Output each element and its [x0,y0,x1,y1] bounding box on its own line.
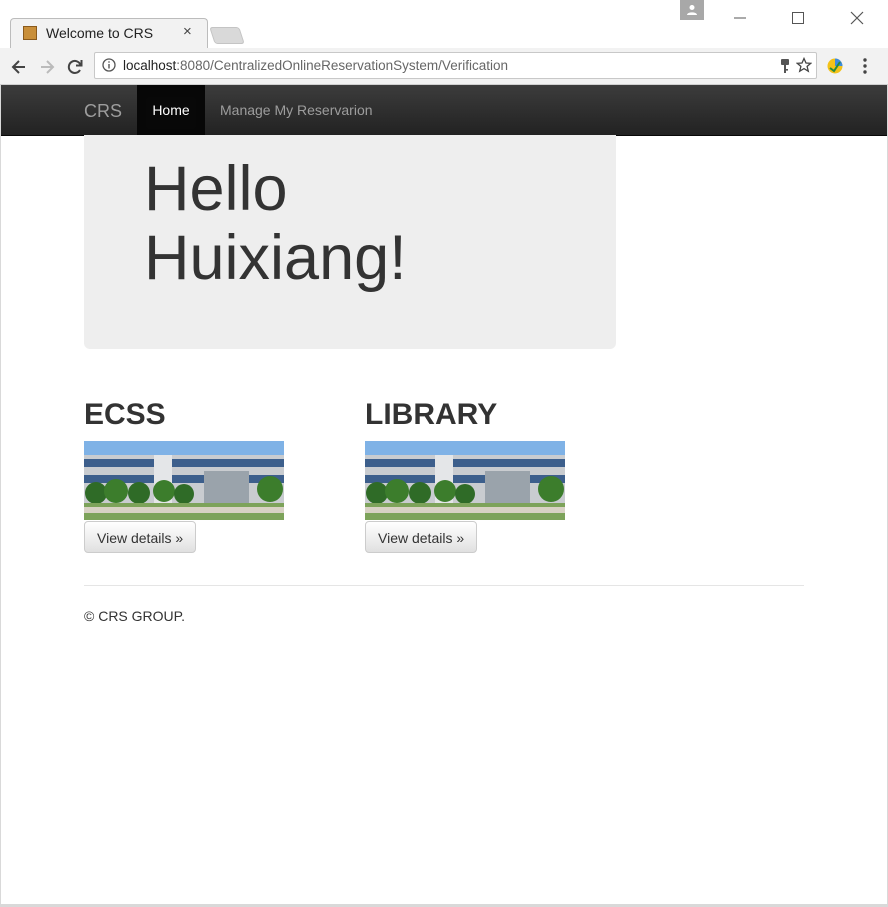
tab-title: Welcome to CRS [46,25,154,41]
building-image [84,441,284,520]
view-details-button[interactable]: View details » [84,521,197,553]
extension-icon[interactable] [826,57,844,75]
back-icon[interactable] [9,57,29,77]
url-path: :8080/CentralizedOnlineReservationSystem… [176,58,508,73]
minimize-button[interactable] [725,6,755,30]
browser-titlebar: Welcome to CRS × [0,0,888,49]
url-text: localhost:8080/CentralizedOnlineReservat… [123,58,508,73]
star-icon[interactable] [796,57,812,73]
column-library: LIBRARY View details » [365,395,585,553]
footer-divider [84,585,804,586]
browser-tab[interactable]: Welcome to CRS × [10,18,208,49]
jumbotron: Hello Huixiang! [84,135,616,349]
new-tab-button[interactable] [209,27,245,44]
url-host: localhost [123,58,177,73]
menu-icon[interactable] [862,57,868,75]
maximize-button[interactable] [783,6,813,30]
column-ecss: ECSS View details » [84,395,304,553]
site-navbar: CRS Home Manage My Reservarion [1,85,887,136]
nav-item-manage-reservation[interactable]: Manage My Reservarion [220,102,373,118]
reload-icon[interactable] [65,57,85,77]
forward-icon[interactable] [37,57,57,77]
column-title: LIBRARY [365,398,498,431]
page-content: CRS Home Manage My Reservarion Hello Hui… [1,85,887,904]
close-icon [850,11,864,25]
footer-copyright: © CRS GROUP. [84,608,186,624]
address-bar[interactable]: localhost:8080/CentralizedOnlineReservat… [94,52,817,79]
maximize-icon [792,12,804,24]
greeting-heading: Hello Huixiang! [144,154,407,293]
favicon-icon [23,26,37,40]
browser-toolbar: localhost:8080/CentralizedOnlineReservat… [0,48,888,85]
key-icon[interactable] [779,58,791,74]
building-image [365,441,565,520]
tab-close-icon[interactable]: × [183,23,192,40]
profile-button[interactable] [680,0,704,20]
view-details-button[interactable]: View details » [365,521,478,553]
minimize-icon [734,17,746,19]
column-title: ECSS [84,398,166,431]
person-icon [687,5,697,15]
nav-item-home[interactable]: Home [137,85,205,135]
navbar-brand[interactable]: CRS [84,101,122,122]
info-icon[interactable] [102,58,116,72]
close-window-button[interactable] [842,6,872,30]
